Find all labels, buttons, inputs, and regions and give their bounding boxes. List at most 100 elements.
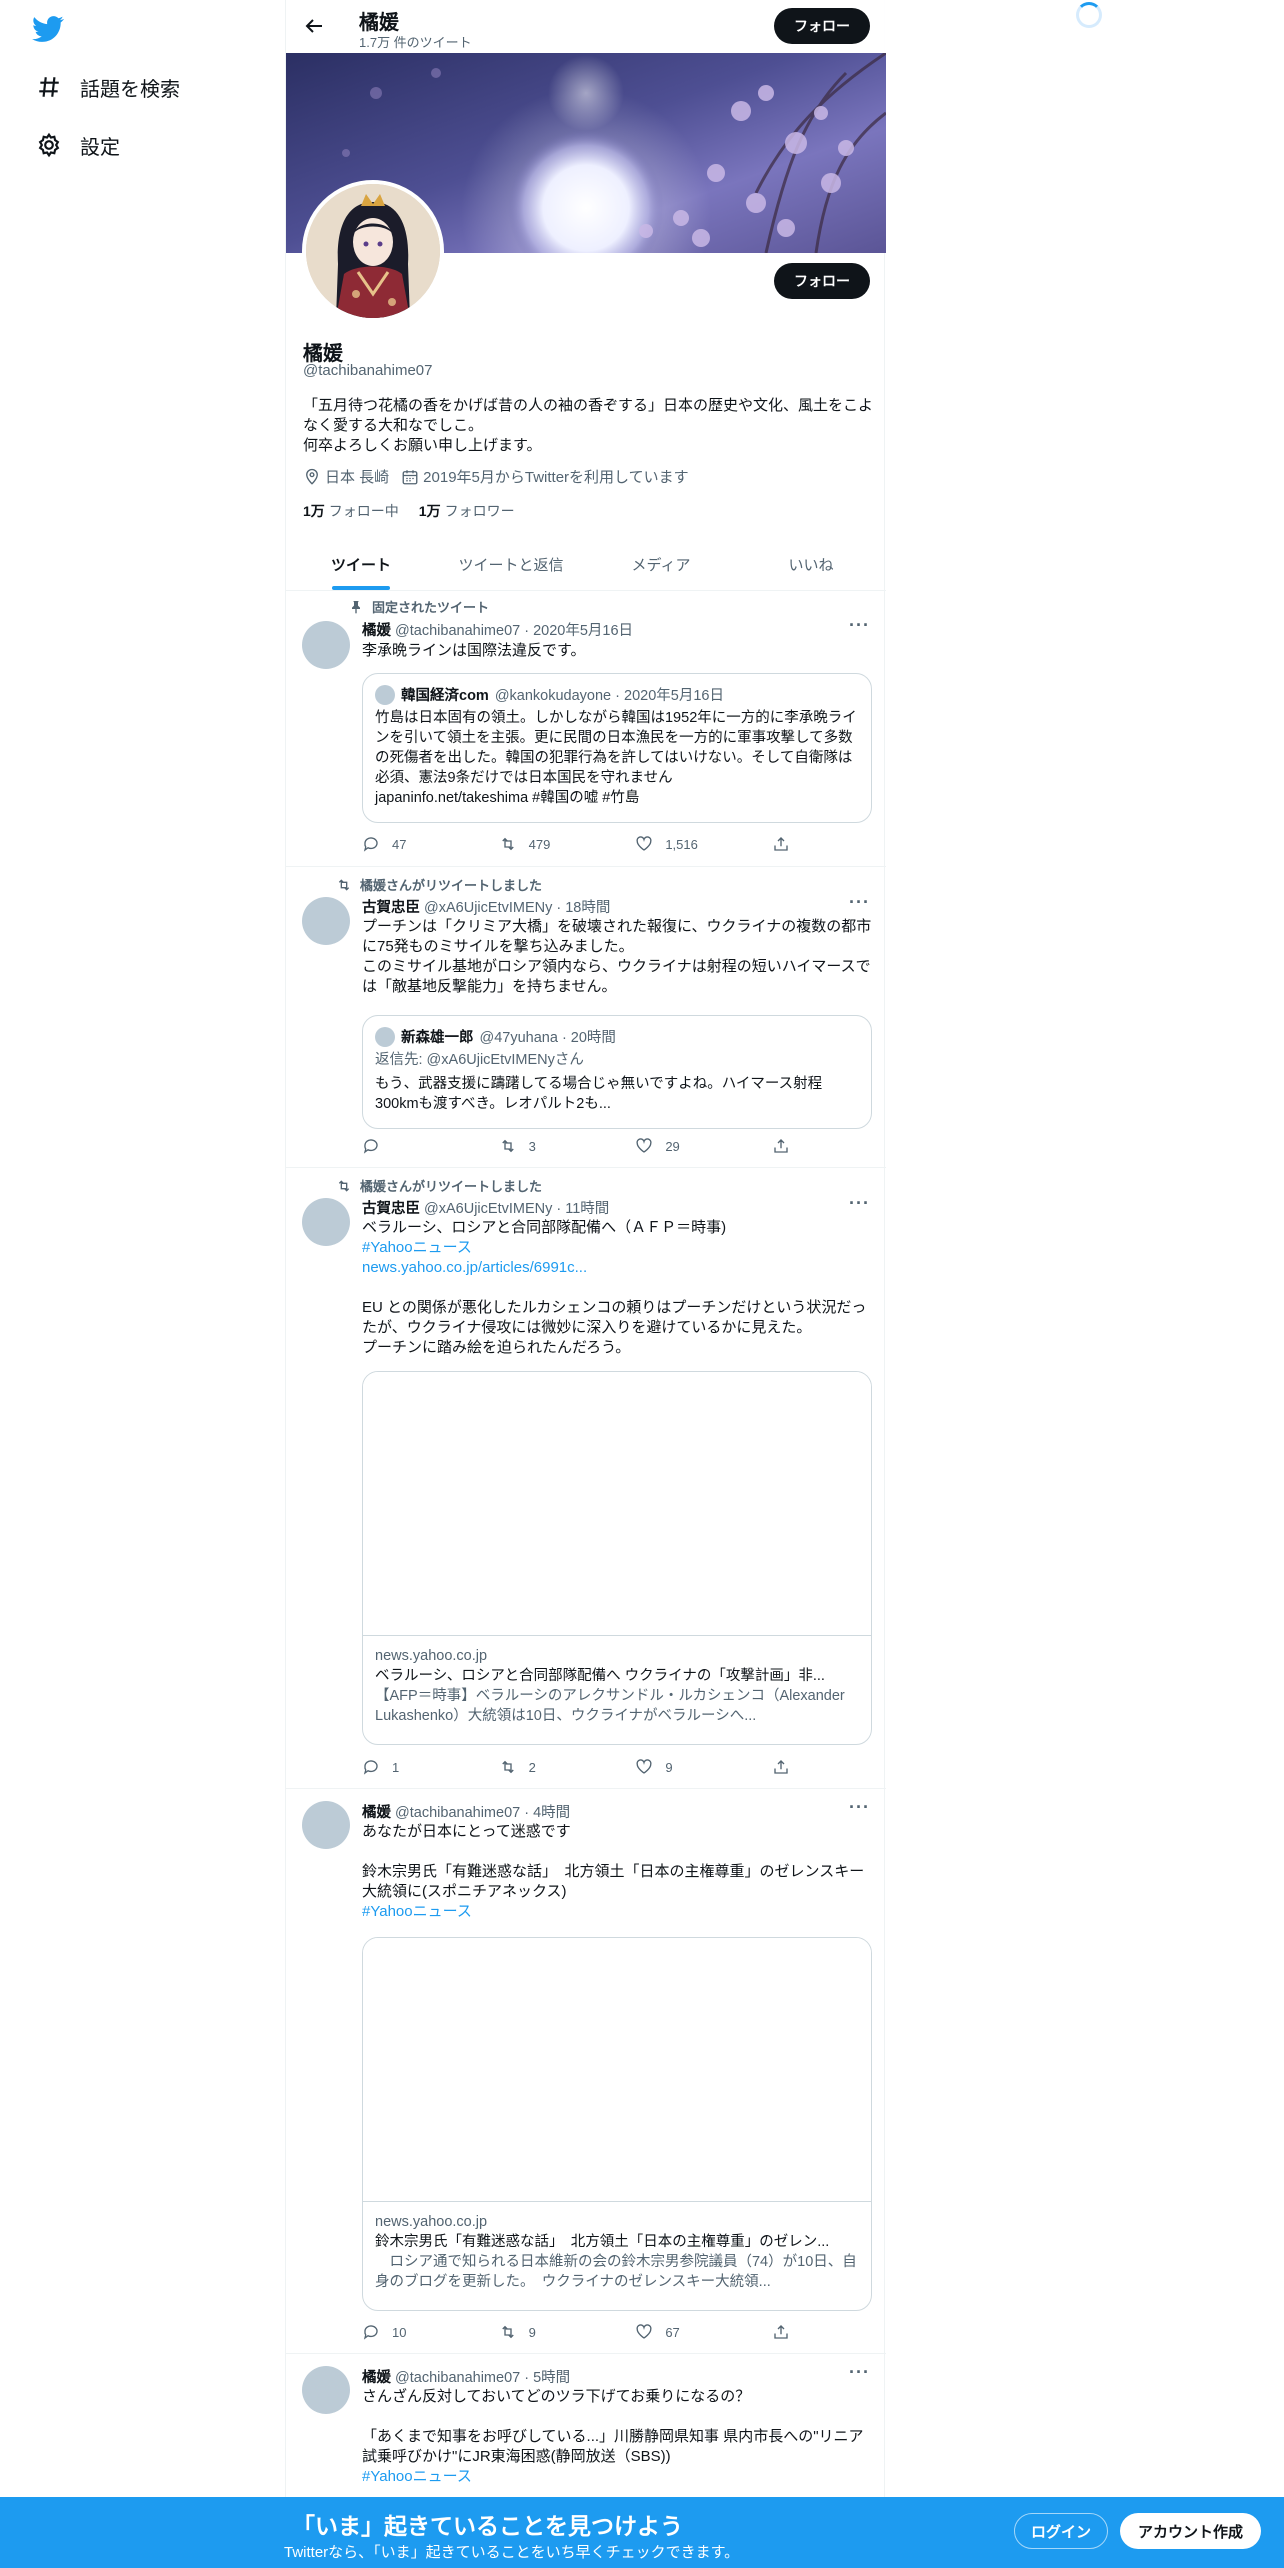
reply-icon (363, 2325, 378, 2340)
tab-tweets-and-replies[interactable]: ツイートと返信 (436, 538, 586, 590)
nav-settings[interactable]: 設定 (22, 117, 134, 173)
avatar (375, 1026, 395, 1047)
avatar[interactable] (302, 897, 350, 945)
retweet-button[interactable]: 9 (499, 2323, 599, 2341)
hashtag-link[interactable]: #Yahooニュース (362, 2467, 874, 2487)
avatar[interactable] (302, 621, 350, 669)
tweet-header: 橘媛 @tachibanahime07 · 2020年5月16日 (362, 619, 633, 640)
link-card-title: ベラルーシ、ロシアと合同部隊配備へ ウクライナの「攻撃計画」非... (375, 1668, 825, 1684)
reply-button[interactable]: 47 (362, 835, 462, 853)
avatar-illustration (306, 184, 440, 318)
tweet-handle-time: @xA6UjicEtvIMENy · 11時間 (424, 1201, 610, 1217)
profile-joined: 2019年5月からTwitterを利用しています (401, 466, 689, 487)
like-count: 67 (665, 2324, 680, 2340)
login-button[interactable]: ログイン (1014, 2513, 1108, 2549)
more-options-icon[interactable]: ··· (849, 615, 870, 636)
reply-button[interactable]: 10 (362, 2323, 462, 2341)
tweet-item[interactable]: 橘媛さんがリツイートしました 古賀忠臣 @xA6UjicEtvIMENy · 1… (286, 1168, 886, 1789)
article-link[interactable]: news.yahoo.co.jp/articles/6991c... (362, 1258, 874, 1278)
back-arrow-icon[interactable] (302, 14, 326, 38)
tab-tweets[interactable]: ツイート (286, 538, 436, 590)
share-button[interactable] (772, 2323, 792, 2341)
tab-media[interactable]: メディア (586, 538, 736, 590)
hashtag-link[interactable]: #Yahooニュース (362, 1238, 874, 1258)
like-button[interactable]: 9 (635, 1758, 735, 1776)
profile-tabs: ツイート ツイートと返信 メディア いいね (286, 538, 886, 591)
like-button[interactable]: 1,516 (635, 835, 735, 853)
quote-author-name: 新森雄一郎 (401, 1030, 474, 1046)
like-button[interactable]: 67 (635, 2323, 735, 2341)
like-button[interactable]: 29 (635, 1137, 735, 1155)
tweet-item[interactable]: 橘媛さんがリツイートしました 古賀忠臣 @xA6UjicEtvIMENy · 1… (286, 867, 886, 1168)
avatar[interactable] (302, 1198, 350, 1246)
pin-icon (352, 600, 360, 614)
tweet-handle-time: @tachibanahime07 · 2020年5月16日 (395, 623, 634, 639)
nav-explore[interactable]: 話題を検索 (22, 59, 194, 115)
share-icon (774, 2325, 788, 2339)
reply-count: 1 (392, 1759, 400, 1775)
link-card-title: 鈴木宗男氏「有難迷惑な話」 北方領土「日本の主権尊重」のゼレン... (375, 2234, 830, 2250)
signup-button[interactable]: アカウント作成 (1120, 2513, 1261, 2549)
quote-tweet[interactable]: 新森雄一郎 @47yuhana · 20時間 返信先: @xA6UjicEtvIM… (362, 1015, 872, 1129)
like-count: 9 (665, 1759, 673, 1775)
header-follow-button[interactable]: フォロー (774, 8, 870, 44)
more-options-icon[interactable]: ··· (849, 1193, 870, 1214)
tweet-text: ベラルーシ、ロシアと合同部隊配備へ（ＡＦＰ＝時事) (362, 1219, 727, 1236)
more-options-icon[interactable]: ··· (849, 2362, 870, 2383)
link-card-domain: news.yahoo.co.jp (375, 2214, 488, 2230)
tweet-text: 李承晩ラインは国際法違反です。 (362, 642, 586, 659)
avatar[interactable] (302, 1801, 350, 1849)
retweet-button[interactable]: 479 (499, 835, 599, 853)
profile-avatar[interactable] (302, 180, 444, 322)
followers-label: フォロワー (444, 503, 515, 519)
retweet-count: 479 (528, 836, 551, 852)
tweet-context-text: 橘媛さんがリツイートしました (360, 878, 543, 893)
header-tweet-count: 1.7万 件のツイート (359, 35, 472, 50)
profile-follow-button[interactable]: フォロー (774, 263, 870, 299)
avatar[interactable] (302, 2366, 350, 2414)
more-options-icon[interactable]: ··· (849, 892, 870, 913)
link-card[interactable]: news.yahoo.co.jp 鈴木宗男氏「有難迷惑な話」 北方領土「日本の主… (362, 1937, 872, 2311)
tweet-actions: 1 2 9 (362, 1758, 792, 1776)
reply-button[interactable] (362, 1137, 462, 1155)
reply-button[interactable]: 1 (362, 1758, 462, 1776)
quote-header: 新森雄一郎 @47yuhana · 20時間 (375, 1026, 616, 1047)
more-options-icon[interactable]: ··· (849, 1797, 870, 1818)
tweet-context-text: 橘媛さんがリツイートしました (360, 1179, 543, 1194)
tweet-author-name[interactable]: 橘媛 (362, 1805, 391, 1821)
tweet-actions: 3 29 (362, 1137, 792, 1155)
following-link[interactable]: 1万 フォロー中 (303, 501, 399, 521)
share-button[interactable] (772, 835, 792, 853)
retweet-button[interactable]: 2 (499, 1758, 599, 1776)
tweet-actions: 47 479 1,516 (362, 835, 792, 853)
followers-link[interactable]: 1万 フォロワー (419, 501, 515, 521)
tweet-actions: 10 9 67 (362, 2323, 792, 2341)
tweet-author-name[interactable]: 橘媛 (362, 2370, 391, 2386)
heart-icon (636, 1759, 652, 1774)
profile-counts: 1万 フォロー中 1万 フォロワー (303, 501, 515, 521)
tweet-author-name[interactable]: 古賀忠臣 (362, 1201, 420, 1217)
retweet-button[interactable]: 3 (499, 1137, 599, 1155)
tab-likes[interactable]: いいね (736, 538, 886, 590)
retweet-count: 3 (528, 1138, 536, 1154)
link-card[interactable]: news.yahoo.co.jp ベラルーシ、ロシアと合同部隊配備へ ウクライナ… (362, 1371, 872, 1745)
tweet-handle-time: @xA6UjicEtvIMENy · 18時間 (424, 900, 611, 916)
profile-joined-text: 2019年5月からTwitterを利用しています (423, 469, 689, 486)
twitter-logo-icon[interactable] (32, 13, 64, 45)
tweet-text: プーチンは「クリミア大橋」を破壊された報復に、ウクライナの複数の都市に75発もの… (362, 918, 872, 995)
tweet-author-name[interactable]: 古賀忠臣 (362, 900, 420, 916)
tweet-author-name[interactable]: 橘媛 (362, 623, 391, 639)
quote-tweet[interactable]: 韓国経済com @kankokudayone · 2020年5月16日 竹島は日本… (362, 673, 872, 823)
tweet-header: 古賀忠臣 @xA6UjicEtvIMENy · 18時間 (362, 896, 610, 917)
tweet-item[interactable]: 固定されたツイート 橘媛 @tachibanahime07 · 2020年5月1… (286, 591, 886, 867)
gear-icon (38, 132, 60, 158)
share-button[interactable] (772, 1758, 792, 1776)
share-icon (774, 1760, 788, 1774)
tweet-item[interactable]: 橘媛 @tachibanahime07 · 4時間 ··· あなたが日本にとって… (286, 1789, 886, 2354)
quote-author-name: 韓国経済com (401, 688, 489, 704)
bottom-signup-bar: 「いま」起きていることを見つけよう Twitterなら、「いま」起きていることを… (0, 2497, 1284, 2568)
main-column: 橘媛 1.7万 件のツイート フォロー フォロー 橘媛 @tachibanahi… (285, 0, 886, 2568)
hashtag-link[interactable]: #Yahooニュース (362, 1902, 874, 1922)
heart-icon (636, 1138, 652, 1153)
share-button[interactable] (772, 1137, 792, 1155)
